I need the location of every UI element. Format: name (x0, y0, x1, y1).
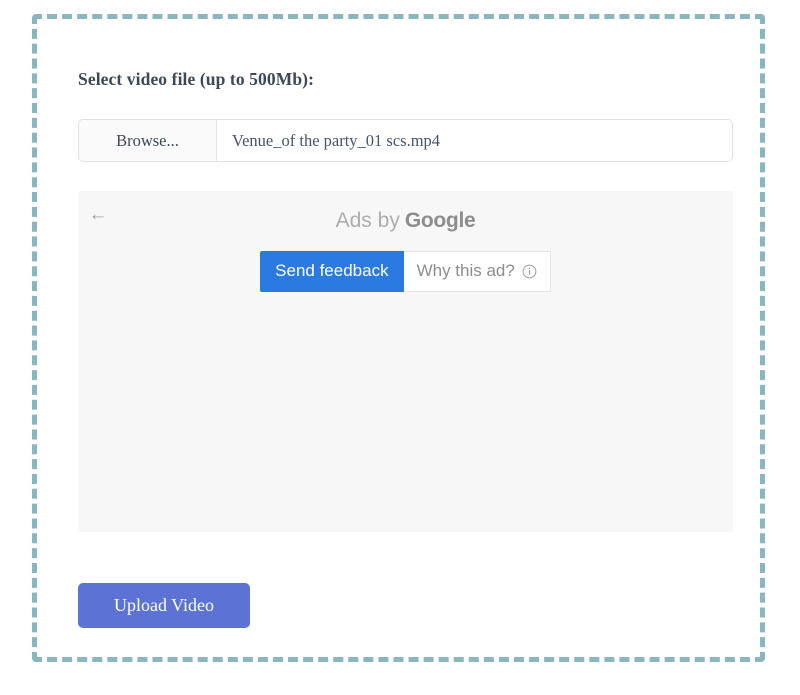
google-ads-panel: ← Ads byGoogle Send feedback Why this ad… (78, 191, 733, 532)
ads-by-google-attribution: Ads byGoogle (78, 209, 733, 233)
why-this-ad-button[interactable]: Why this ad? (404, 251, 551, 292)
ads-by-label: Ads by (336, 209, 400, 232)
upload-form-panel: Select video file (up to 500Mb): Browse.… (32, 14, 765, 662)
selected-file-name[interactable]: Venue_of the party_01 scs.mp4 (217, 120, 732, 161)
why-this-ad-label: Why this ad? (417, 261, 515, 281)
file-input-group[interactable]: Browse... Venue_of the party_01 scs.mp4 (78, 119, 733, 162)
send-feedback-button[interactable]: Send feedback (260, 251, 403, 292)
browse-button[interactable]: Browse... (79, 120, 217, 161)
info-circle-icon (522, 264, 537, 279)
google-brand-label: Google (405, 209, 476, 232)
upload-video-button[interactable]: Upload Video (78, 583, 250, 628)
ads-actions-row: Send feedback Why this ad? (78, 251, 733, 292)
file-field-label: Select video file (up to 500Mb): (78, 69, 314, 90)
